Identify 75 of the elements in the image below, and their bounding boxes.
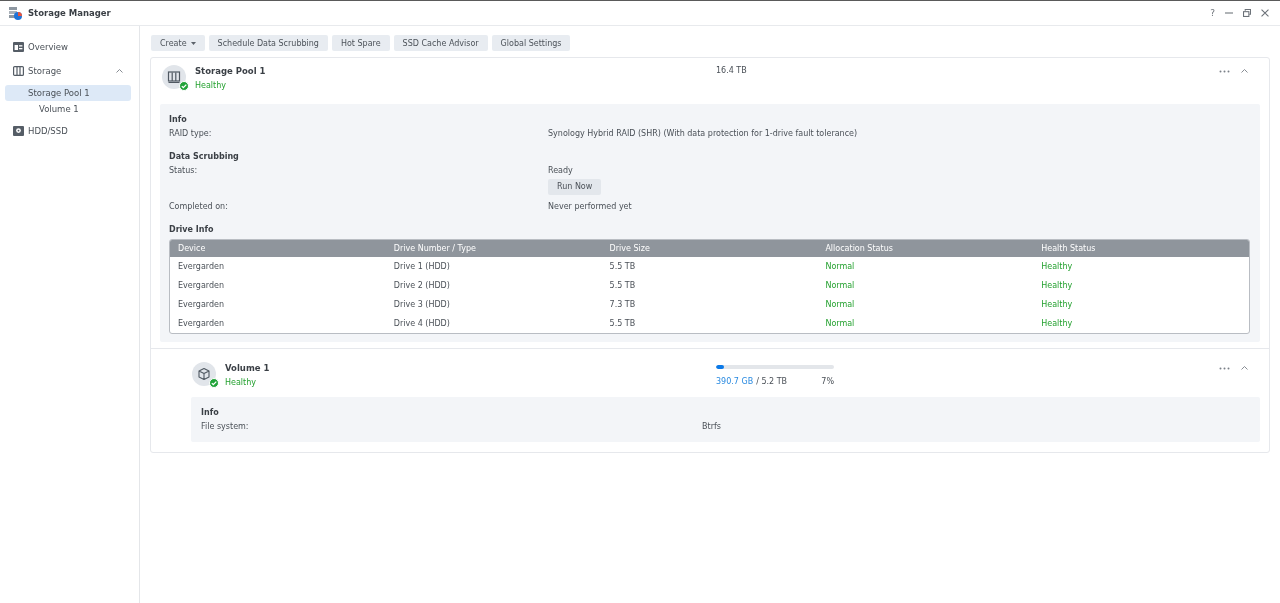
section-title: Data Scrubbing <box>169 151 240 163</box>
section-title: Info <box>201 407 220 419</box>
table-cell-text: Evergarden <box>177 319 226 328</box>
table-cell-text: 5.5 TB <box>608 262 637 271</box>
sidebar-item[interactable]: Volume 1 <box>5 101 131 117</box>
table-cell-text: 7.3 TB <box>608 300 637 309</box>
hard-drive-icon <box>13 126 24 136</box>
column-header: Allocation Status <box>824 244 894 253</box>
more-icon[interactable] <box>1219 69 1230 73</box>
pool-status: Healthy <box>195 80 227 92</box>
table-cell-text: Drive 3 (HDD) <box>392 300 451 309</box>
more-icon[interactable] <box>1219 366 1230 370</box>
table-cell-text: Healthy <box>1040 319 1074 328</box>
check-badge-icon <box>209 378 219 388</box>
toolbar-button[interactable]: Hot Spare <box>331 35 390 51</box>
window-title: Storage Manager <box>28 8 111 18</box>
section-title: Info <box>169 114 188 126</box>
run-now-button[interactable]: Run Now <box>548 179 602 195</box>
table-cell-text: Normal <box>824 319 856 328</box>
used-space: 390.7 GB <box>716 376 754 388</box>
sidebar-item[interactable]: Storage <box>5 61 131 81</box>
column-header: Health Status <box>1040 244 1097 253</box>
sidebar-item[interactable]: HDD/SSD <box>5 121 131 141</box>
table-cell-text: Drive 4 (HDD) <box>392 319 451 328</box>
column-header: Drive Size <box>608 244 651 253</box>
total-capacity: / 5.2 TB <box>756 376 788 388</box>
field-value: Synology Hybrid RAID (SHR) (With data protection for 1-drive fault tolerance) <box>548 128 858 140</box>
toolbar-button[interactable]: Global Settings <box>491 35 571 51</box>
app-logo-icon <box>8 6 22 20</box>
sidebar-item[interactable]: Overview <box>5 37 131 57</box>
cube-icon <box>192 362 216 386</box>
table-cell-text: 5.5 TB <box>608 319 637 328</box>
help-button[interactable]: ? <box>1210 8 1215 18</box>
table-cell-text: Healthy <box>1040 281 1074 290</box>
table-cell-text: Healthy <box>1040 262 1074 271</box>
table-cell-text: Drive 2 (HDD) <box>392 281 451 290</box>
field-label: RAID type: <box>169 128 213 140</box>
column-header: Device <box>177 244 207 253</box>
table-cell-text: 5.5 TB <box>608 281 637 290</box>
section-title: Drive Info <box>169 224 215 236</box>
table-cell-text: Normal <box>824 281 856 290</box>
sidebar-item[interactable]: Storage Pool 1 <box>5 85 131 101</box>
caret-icon[interactable] <box>116 69 123 73</box>
drive-array-icon <box>162 65 186 89</box>
caret-icon[interactable] <box>1241 69 1248 73</box>
pool-capacity: 16.4 TB <box>716 65 747 77</box>
volume-name: Volume 1 <box>225 362 270 374</box>
dashboard-icon <box>13 42 24 52</box>
table-cell-text: Normal <box>824 300 856 309</box>
field-label: Status: <box>169 165 199 177</box>
caret-down-icon <box>190 41 196 45</box>
restore-icon[interactable] <box>1243 9 1251 17</box>
field-value: Btrfs <box>702 421 721 433</box>
table-cell-text: Evergarden <box>177 300 226 309</box>
table-cell-text: Evergarden <box>177 281 226 290</box>
minimize-icon[interactable] <box>1225 9 1233 17</box>
field-value: Never performed yet <box>548 201 632 213</box>
table-cell-text: Normal <box>824 262 856 271</box>
storage-icon <box>13 66 24 76</box>
volume-status: Healthy <box>225 377 257 389</box>
usage-percent: 7% <box>821 376 834 388</box>
field-label: Completed on: <box>169 201 229 213</box>
pool-name: Storage Pool 1 <box>195 65 266 77</box>
check-badge-icon <box>179 81 189 91</box>
table-cell-text: Evergarden <box>177 262 226 271</box>
field-label: File system: <box>201 421 250 433</box>
create-dropdown[interactable]: Create <box>151 35 205 51</box>
caret-icon[interactable] <box>1241 366 1248 370</box>
toolbar-button[interactable]: Schedule Data Scrubbing <box>208 35 328 51</box>
column-header: Drive Number / Type <box>392 244 477 253</box>
table-cell-text: Healthy <box>1040 300 1074 309</box>
field-value: Ready <box>548 165 573 177</box>
table-cell-text: Drive 1 (HDD) <box>392 262 451 271</box>
toolbar-button[interactable]: SSD Cache Advisor <box>393 35 488 51</box>
close-icon[interactable] <box>1261 9 1269 17</box>
